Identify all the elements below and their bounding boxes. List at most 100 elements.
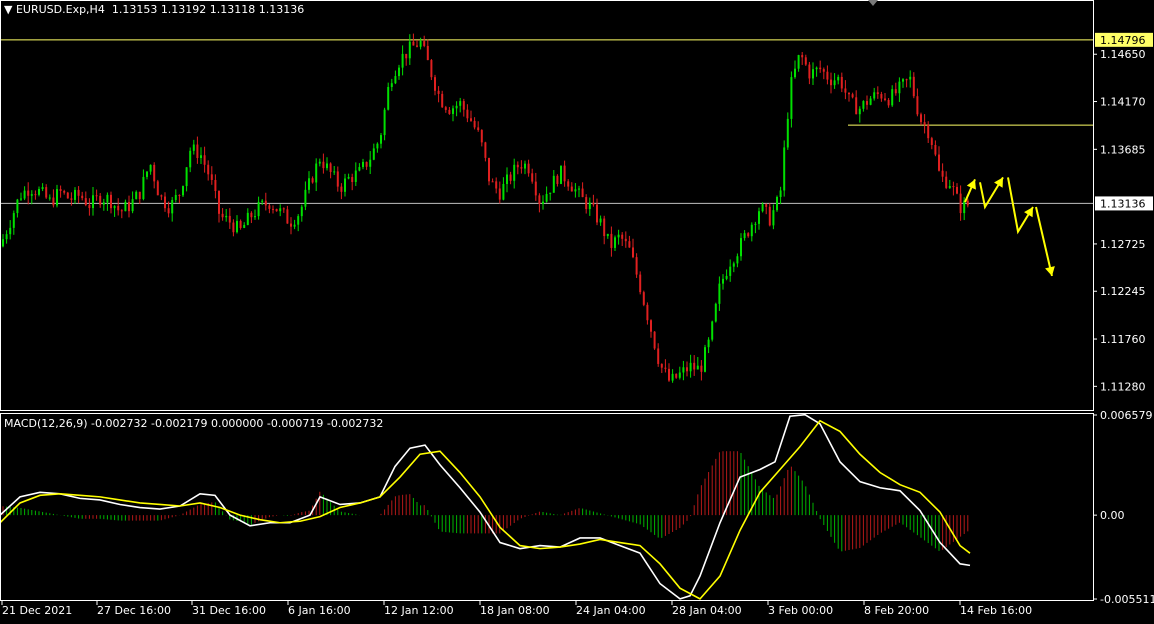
- candle-body: [898, 81, 901, 94]
- candle-body: [470, 118, 472, 121]
- candle-body: [149, 164, 152, 172]
- candle-body: [830, 79, 832, 86]
- candle-body: [383, 109, 386, 136]
- candle-body: [930, 138, 933, 145]
- candle-body: [5, 234, 8, 240]
- candle-body: [408, 41, 411, 59]
- candle-body: [909, 76, 912, 80]
- candle-body: [412, 41, 415, 46]
- candle-body: [153, 164, 156, 182]
- candle-body: [290, 223, 292, 227]
- candle-body: [934, 144, 937, 155]
- candle-body: [164, 196, 166, 209]
- collapse-triangle-icon[interactable]: ▼: [4, 3, 16, 16]
- candle-body: [646, 304, 649, 321]
- time-tick-label: 27 Dec 16:00: [97, 604, 171, 617]
- time-tick-label: 21 Dec 2021: [2, 604, 72, 617]
- candle-body: [732, 263, 735, 267]
- candle-body: [920, 114, 922, 123]
- candle-body: [304, 189, 307, 207]
- candle-body: [747, 233, 750, 237]
- candle-body: [99, 195, 102, 205]
- candle-body: [520, 167, 523, 169]
- candle-body: [779, 190, 782, 197]
- price-tick-label: 1.12725: [1100, 238, 1146, 251]
- candle-body: [639, 274, 642, 293]
- candle-body: [804, 57, 807, 65]
- candle-body: [473, 120, 476, 128]
- macd-tick-label: 0.006579: [1100, 409, 1153, 422]
- candle-body: [441, 93, 444, 108]
- candle-body: [840, 76, 843, 89]
- candle-body: [113, 205, 116, 209]
- candle-body: [491, 181, 494, 183]
- candle-body: [696, 365, 699, 370]
- candle-body: [203, 155, 206, 165]
- candle-body: [398, 67, 400, 77]
- candle-body: [750, 224, 753, 237]
- candle-body: [488, 157, 490, 182]
- candle-body: [416, 45, 418, 47]
- candle-body: [736, 256, 739, 264]
- candle-body: [704, 347, 706, 372]
- candle-body: [808, 64, 811, 79]
- candle-body: [156, 181, 159, 196]
- candle-body: [419, 41, 422, 47]
- candle-body: [578, 188, 580, 190]
- candle-body: [52, 197, 55, 206]
- candle-body: [581, 188, 584, 198]
- candle-body: [196, 144, 199, 158]
- candle-body: [876, 92, 879, 95]
- candle-body: [477, 127, 480, 131]
- candle-body: [794, 68, 796, 78]
- candle-body: [873, 92, 876, 99]
- candle-body: [498, 188, 501, 200]
- candle-body: [192, 144, 195, 151]
- candle-body: [84, 198, 87, 206]
- candle-body: [560, 165, 562, 184]
- candle-body: [459, 101, 462, 106]
- candle-body: [340, 186, 343, 192]
- candle-body: [585, 197, 588, 210]
- candle-body: [693, 362, 696, 370]
- price-tick-label: 1.13685: [1100, 143, 1146, 156]
- candle-body: [135, 191, 138, 200]
- candle-body: [81, 195, 84, 199]
- candle-body: [390, 83, 393, 87]
- candle-body: [142, 176, 145, 200]
- candle-body: [812, 69, 814, 79]
- candle-body: [16, 199, 19, 214]
- candle-body: [563, 165, 566, 182]
- price-tick-label: 1.11760: [1100, 333, 1146, 346]
- candle-body: [254, 216, 256, 218]
- candle-body: [725, 275, 728, 279]
- candle-body: [146, 171, 148, 177]
- price-tick-label: 1.14650: [1100, 48, 1146, 61]
- candle-body: [833, 80, 836, 86]
- candle-body: [844, 88, 847, 93]
- candle-body: [20, 198, 22, 200]
- candle-body: [858, 108, 861, 115]
- candle-body: [387, 86, 390, 110]
- candle-body: [711, 321, 714, 340]
- candle-body: [761, 204, 764, 212]
- candle-body: [567, 181, 570, 187]
- candle-body: [27, 190, 30, 196]
- candle-body: [689, 362, 692, 372]
- macd-header: MACD(12,26,9) -0.002732 -0.002179 0.0000…: [4, 417, 384, 430]
- candle-body: [347, 177, 350, 179]
- candle-body: [729, 266, 732, 276]
- candle-body: [365, 161, 368, 167]
- candle-body: [495, 181, 498, 189]
- candle-body: [642, 292, 645, 305]
- candle-body: [506, 174, 508, 185]
- candle-body: [671, 373, 674, 381]
- candle-body: [311, 178, 314, 183]
- candle-body: [783, 147, 786, 191]
- candle-body: [740, 238, 742, 257]
- candle-body: [743, 233, 746, 239]
- candle-body: [30, 194, 33, 196]
- candle-body: [120, 210, 123, 212]
- candle-body: [887, 99, 890, 106]
- candle-body: [538, 195, 541, 204]
